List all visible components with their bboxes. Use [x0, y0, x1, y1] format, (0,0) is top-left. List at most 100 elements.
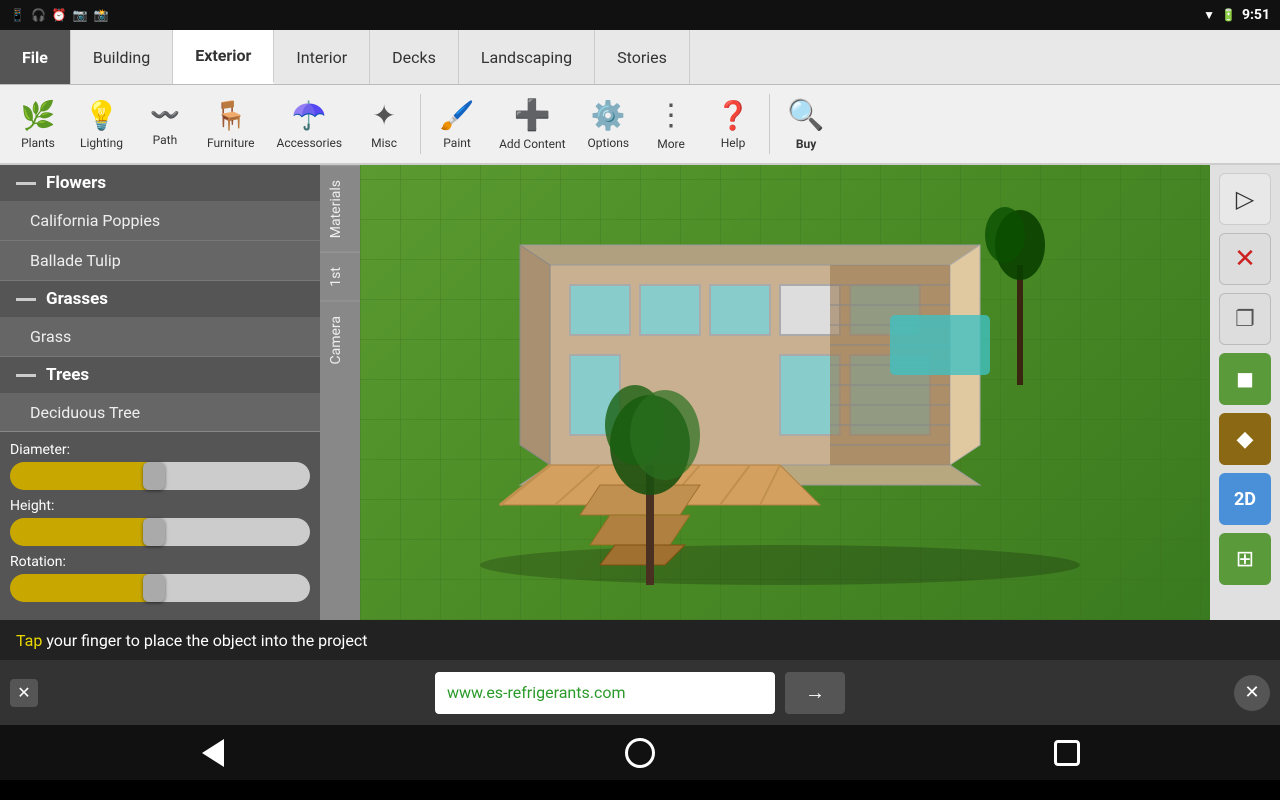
cursor-button[interactable]: ▷ [1219, 173, 1271, 225]
vtab-camera[interactable]: Camera [320, 301, 360, 379]
cursor-icon: ▷ [1236, 185, 1254, 213]
tool-plants[interactable]: 🌿 Plants [8, 88, 68, 160]
ad-close-button[interactable]: ✕ [1234, 675, 1270, 711]
system-icons: ▼ 🔋 9:51 [1203, 7, 1270, 23]
height-label: Height: [10, 498, 310, 514]
3d-viewport[interactable] [360, 165, 1210, 620]
rotation-slider-row: Rotation: [10, 554, 310, 602]
sidebar: Flowers California Poppies Ballade Tulip… [0, 165, 320, 620]
tool-misc[interactable]: ✦ Misc [354, 88, 414, 160]
rotation-slider[interactable] [10, 574, 310, 602]
tab-interior[interactable]: Interior [274, 30, 370, 84]
tool-help[interactable]: ❓ Help [703, 88, 763, 160]
grid-button[interactable]: ⊞ [1219, 533, 1271, 585]
tab-stories[interactable]: Stories [595, 30, 690, 84]
home-icon [625, 738, 655, 768]
grid-icon: ⊞ [1236, 547, 1254, 572]
tool-more[interactable]: ⋮ More [641, 88, 701, 160]
tab-building[interactable]: Building [71, 30, 173, 84]
category-flowers[interactable]: Flowers [0, 165, 320, 201]
diameter-label: Diameter: [10, 442, 310, 458]
recents-icon [1054, 740, 1080, 766]
tool-buy[interactable]: 🔍 Buy [776, 88, 836, 160]
2d-button[interactable]: 2D [1219, 473, 1271, 525]
tool-options[interactable]: ⚙️ Options [578, 88, 640, 160]
status-icons: 📱 🎧 ⏰ 📷 📸 [10, 8, 109, 22]
item-california-poppies[interactable]: California Poppies [0, 201, 320, 241]
category-grasses[interactable]: Grasses [0, 281, 320, 317]
rotation-thumb[interactable] [143, 574, 165, 602]
delete-icon: ✕ [1234, 244, 1256, 274]
trees-dash [16, 374, 36, 377]
path-icon: 〰️ [150, 101, 180, 129]
headset-icon: 🎧 [31, 8, 46, 22]
2d-icon: 2D [1234, 489, 1256, 510]
copy-button[interactable]: ❐ [1219, 293, 1271, 345]
3d-view-button[interactable]: ◼ [1219, 353, 1271, 405]
status-message: Tap your finger to place the object into… [16, 631, 367, 650]
sidebar-content: Flowers California Poppies Ballade Tulip… [0, 165, 320, 431]
terrain-icon: ◆ [1237, 427, 1254, 452]
main-area: Flowers California Poppies Ballade Tulip… [0, 165, 1280, 620]
battery-icon: 🔋 [1221, 8, 1236, 22]
diameter-slider-row: Diameter: [10, 442, 310, 490]
misc-icon: ✦ [372, 99, 395, 132]
vtab-materials[interactable]: Materials [320, 165, 360, 252]
flowers-dash [16, 182, 36, 185]
sliders-panel: Diameter: Height: Rotation: [0, 431, 320, 620]
item-grass[interactable]: Grass [0, 317, 320, 357]
tool-add-content[interactable]: ➕ Add Content [489, 88, 575, 160]
tab-file[interactable]: File [0, 30, 71, 84]
ad-close-icon: ✕ [1244, 682, 1259, 703]
item-deciduous-tree[interactable]: Deciduous Tree [0, 393, 320, 431]
plants-icon: 🌿 [21, 99, 56, 132]
back-button[interactable] [188, 728, 238, 778]
recents-button[interactable] [1042, 728, 1092, 778]
ad-dismiss-button[interactable]: ✕ [10, 679, 38, 707]
clock: 9:51 [1242, 7, 1270, 23]
diameter-thumb[interactable] [143, 462, 165, 490]
copy-icon: ❐ [1235, 307, 1255, 332]
paint-icon: 🖌️ [440, 99, 475, 132]
item-ballade-tulip[interactable]: Ballade Tulip [0, 241, 320, 281]
furniture-icon: 🪑 [213, 99, 248, 132]
vertical-tabs: Materials 1st Camera [320, 165, 360, 620]
lighting-icon: 💡 [84, 99, 119, 132]
right-toolbar: ▷ ✕ ❐ ◼ ◆ 2D ⊞ [1210, 165, 1280, 620]
house-model [400, 185, 1100, 585]
height-thumb[interactable] [143, 518, 165, 546]
camera-icon: 📷 [73, 8, 88, 22]
delete-button[interactable]: ✕ [1219, 233, 1271, 285]
add-content-icon: ➕ [514, 98, 551, 133]
tool-lighting[interactable]: 💡 Lighting [70, 88, 133, 160]
tab-decks[interactable]: Decks [370, 30, 459, 84]
tab-landscaping[interactable]: Landscaping [459, 30, 595, 84]
height-slider[interactable] [10, 518, 310, 546]
toolbar-divider-2 [769, 94, 770, 154]
category-trees[interactable]: Trees [0, 357, 320, 393]
tablet-icon: 📱 [10, 8, 25, 22]
home-button[interactable] [615, 728, 665, 778]
tool-paint[interactable]: 🖌️ Paint [427, 88, 487, 160]
rotation-label: Rotation: [10, 554, 310, 570]
help-icon: ❓ [716, 99, 751, 132]
terrain-button[interactable]: ◆ [1219, 413, 1271, 465]
accessories-icon: ☂️ [292, 99, 327, 132]
tool-path[interactable]: 〰️ Path [135, 88, 195, 160]
status-bar-bottom: Tap your finger to place the object into… [0, 620, 1280, 660]
tab-exterior[interactable]: Exterior [173, 30, 274, 84]
grasses-dash [16, 298, 36, 301]
ad-go-button[interactable]: → [785, 672, 845, 714]
navigation-bar [0, 725, 1280, 780]
tool-furniture[interactable]: 🪑 Furniture [197, 88, 265, 160]
wifi-icon: ▼ [1203, 8, 1215, 22]
diameter-slider[interactable] [10, 462, 310, 490]
more-icon: ⋮ [656, 98, 686, 133]
status-bar: 📱 🎧 ⏰ 📷 📸 ▼ 🔋 9:51 [0, 0, 1280, 30]
ad-url-display: www.es-refrigerants.com [435, 672, 775, 714]
vtab-1st[interactable]: 1st [320, 252, 360, 301]
height-slider-row: Height: [10, 498, 310, 546]
toolbar: 🌿 Plants 💡 Lighting 〰️ Path 🪑 Furniture … [0, 85, 1280, 165]
tool-accessories[interactable]: ☂️ Accessories [267, 88, 353, 160]
alarm-icon: ⏰ [52, 8, 67, 22]
